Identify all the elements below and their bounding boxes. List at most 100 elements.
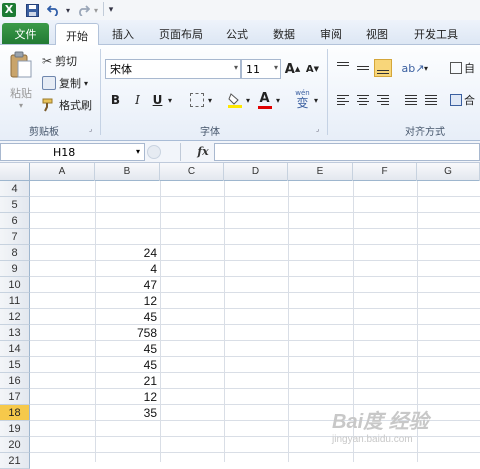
row-header[interactable]: 14 (0, 341, 30, 357)
row-header[interactable]: 20 (0, 437, 30, 453)
italic-button[interactable]: I (129, 91, 146, 109)
cell-b13[interactable]: 758 (95, 325, 160, 341)
tab-developer[interactable]: 开发工具 (404, 23, 468, 44)
border-dropdown-icon[interactable]: ▾ (206, 91, 214, 109)
font-name-combo[interactable]: 宋体 ▾ (105, 59, 241, 79)
paste-button[interactable]: 粘贴 ▾ (6, 51, 36, 113)
undo-icon[interactable] (44, 2, 64, 18)
group-divider (100, 49, 101, 135)
orientation-dropdown-icon[interactable]: ▾ (422, 59, 430, 77)
underline-button[interactable]: U (149, 91, 166, 109)
cell-b9[interactable]: 4 (95, 261, 160, 277)
row-header[interactable]: 16 (0, 373, 30, 389)
align-center-button[interactable] (354, 91, 372, 109)
tab-home[interactable]: 开始 (55, 23, 99, 47)
row-header[interactable]: 13 (0, 325, 30, 341)
copy-button[interactable]: 复制 ▾ (42, 75, 88, 91)
border-button[interactable] (188, 91, 205, 109)
cut-label: 剪切 (55, 55, 78, 68)
tab-review[interactable]: 审阅 (312, 23, 350, 44)
undo-dropdown-icon[interactable]: ▾ (64, 2, 72, 18)
font-size-combo[interactable]: 11 ▾ (241, 59, 281, 79)
ribbon-home: 粘贴 ▾ ✂ 剪切 复制 ▾ 格式刷 剪贴板 ⌟ 宋体 ▾ 11 ▾ A ▲ A ▼… (0, 45, 480, 141)
save-icon[interactable] (24, 2, 40, 18)
customize-toolbar-button[interactable]: ▾ (106, 2, 116, 18)
row-header[interactable]: 7 (0, 229, 30, 245)
cell-b14[interactable]: 45 (95, 341, 160, 357)
column-header-f[interactable]: F (353, 163, 417, 181)
select-all-corner[interactable] (0, 163, 30, 181)
row-header[interactable]: 11 (0, 293, 30, 309)
cell-b16[interactable]: 21 (95, 373, 160, 389)
align-bottom-button[interactable] (374, 59, 392, 77)
row-header[interactable]: 9 (0, 261, 30, 277)
copy-icon (42, 76, 56, 90)
align-left-button[interactable] (334, 91, 352, 109)
name-box[interactable]: H18 ▾ (0, 143, 145, 161)
cell-b15[interactable]: 45 (95, 357, 160, 373)
tab-file[interactable]: 文件 (2, 23, 49, 44)
column-header-g[interactable]: G (417, 163, 480, 181)
orientation-button[interactable]: ab↗ (402, 59, 425, 77)
shrink-font-button[interactable]: A ▼ (304, 60, 321, 78)
column-header-d[interactable]: D (224, 163, 288, 181)
cell-b17[interactable]: 12 (95, 389, 160, 405)
bold-button[interactable]: B (107, 91, 124, 109)
row-header[interactable]: 12 (0, 309, 30, 325)
toolbar-divider (103, 2, 104, 16)
scissors-icon: ✂ (42, 54, 53, 68)
tab-insert[interactable]: 插入 (104, 23, 142, 44)
redo-icon[interactable] (74, 2, 92, 18)
cell-b10[interactable]: 47 (95, 277, 160, 293)
grow-font-button[interactable]: A ▲ (284, 60, 301, 78)
row-header[interactable]: 10 (0, 277, 30, 293)
align-right-button[interactable] (374, 91, 392, 109)
cell-b12[interactable]: 45 (95, 309, 160, 325)
cell-b18[interactable]: 35 (95, 405, 160, 421)
font-color-dropdown-icon[interactable]: ▾ (274, 91, 282, 109)
wrap-text-button[interactable]: 自 (450, 59, 475, 77)
font-launcher-icon[interactable]: ⌟ (316, 125, 324, 133)
row-header[interactable]: 4 (0, 181, 30, 197)
row-header-selected[interactable]: 18 (0, 405, 30, 421)
column-header-b[interactable]: B (95, 163, 160, 181)
copy-label: 复制 (59, 77, 81, 90)
tab-data[interactable]: 数据 (264, 23, 304, 44)
insert-function-button[interactable]: fx (194, 143, 212, 161)
font-color-button[interactable]: A (256, 89, 273, 111)
row-header[interactable]: 15 (0, 357, 30, 373)
row-header[interactable]: 6 (0, 213, 30, 229)
tab-page-layout[interactable]: 页面布局 (150, 23, 212, 44)
row-header[interactable]: 17 (0, 389, 30, 405)
cell-b8[interactable]: 24 (95, 245, 160, 261)
clipboard-group-label: 剪贴板 (29, 127, 59, 138)
formula-input[interactable] (214, 143, 480, 161)
format-painter-button[interactable]: 格式刷 (42, 97, 92, 113)
clipboard-launcher-icon[interactable]: ⌟ (89, 125, 97, 133)
tab-view[interactable]: 视图 (357, 23, 397, 44)
column-header-a[interactable]: A (30, 163, 95, 181)
fill-color-button[interactable] (226, 91, 243, 109)
align-top-button[interactable] (334, 59, 352, 77)
row-header[interactable]: 5 (0, 197, 30, 213)
row-header[interactable]: 21 (0, 453, 30, 469)
fill-color-dropdown-icon[interactable]: ▾ (244, 91, 252, 109)
cut-button[interactable]: ✂ 剪切 (42, 53, 77, 69)
phonetic-button[interactable]: wén 变 (294, 89, 311, 111)
tab-formulas[interactable]: 公式 (218, 23, 256, 44)
column-header-c[interactable]: C (160, 163, 224, 181)
row-header[interactable]: 8 (0, 245, 30, 261)
align-middle-button[interactable] (354, 59, 372, 77)
phonetic-dropdown-icon[interactable]: ▾ (312, 91, 320, 109)
increase-indent-button[interactable] (422, 91, 440, 109)
redo-dropdown-icon[interactable]: ▾ (92, 2, 100, 18)
cell-b11[interactable]: 12 (95, 293, 160, 309)
decrease-indent-button[interactable] (402, 91, 420, 109)
chevron-down-icon: ▾ (233, 63, 238, 72)
name-box-resize-handle[interactable] (147, 145, 161, 159)
merge-center-button[interactable]: 合 (450, 91, 475, 109)
underline-dropdown-icon[interactable]: ▾ (166, 91, 174, 109)
column-header-e[interactable]: E (288, 163, 353, 181)
paint-bucket-icon (227, 92, 242, 108)
row-header[interactable]: 19 (0, 421, 30, 437)
